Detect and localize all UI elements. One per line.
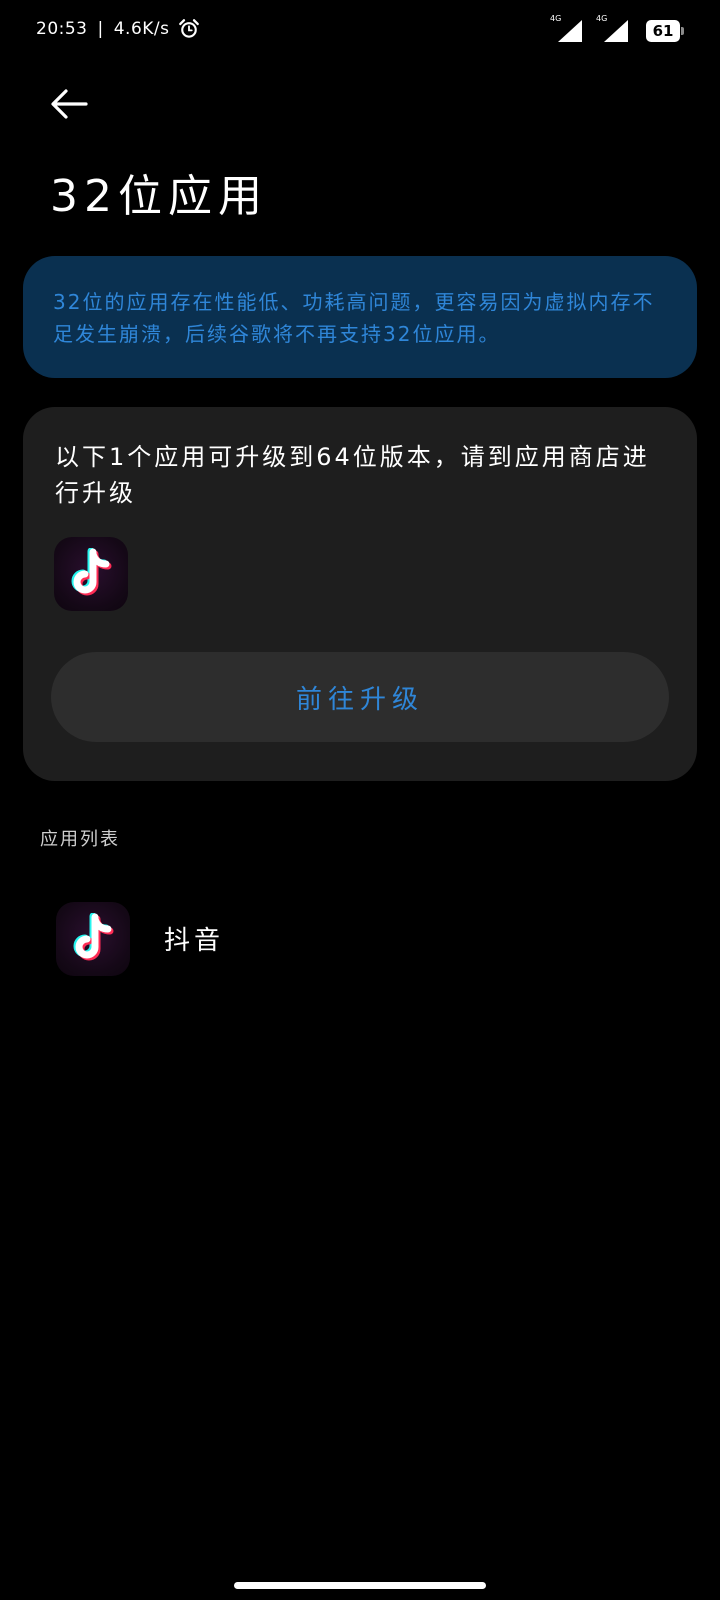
upgrade-description: 以下1个应用可升级到64位版本，请到应用商店进行升级	[55, 443, 650, 507]
notice-card: 32位的应用存在性能低、功耗高问题，更容易因为虚拟内存不足发生崩溃，后续谷歌将不…	[23, 256, 697, 378]
sim1-signal: 4G	[550, 14, 586, 44]
tiktok-icon	[56, 902, 130, 976]
go-upgrade-button[interactable]: 前往升级	[51, 652, 669, 742]
upgrade-card: 以下1个应用可升级到64位版本，请到应用商店进行升级 前往升级	[23, 407, 697, 781]
status-separator: |	[97, 19, 104, 39]
sim2-signal: 4G	[596, 14, 632, 44]
page-title: 32位应用	[50, 171, 268, 222]
sim1-network-type: 4G	[550, 14, 562, 23]
status-right: 4G 4G 61	[550, 14, 684, 44]
status-time: 20:53	[36, 19, 88, 39]
sim2-network-type: 4G	[596, 14, 608, 23]
net-speed: 4.6K/s	[113, 19, 170, 39]
arrow-left-icon	[51, 89, 88, 119]
status-bar: 20:53 | 4.6K/s 4G 4G 61	[0, 0, 720, 64]
list-item[interactable]: 抖音	[0, 890, 720, 990]
app-list-section-label: 应用列表	[40, 829, 120, 850]
alarm-clock-icon	[178, 19, 199, 38]
app-name: 抖音	[164, 926, 225, 956]
home-indicator[interactable]	[234, 1582, 486, 1589]
status-left: 20:53 | 4.6K/s	[36, 18, 200, 40]
tiktok-icon	[54, 537, 128, 611]
back-button[interactable]	[46, 84, 94, 124]
battery-indicator: 61	[646, 20, 684, 42]
notice-text: 32位的应用存在性能低、功耗高问题，更容易因为虚拟内存不足发生崩溃，后续谷歌将不…	[53, 290, 655, 346]
